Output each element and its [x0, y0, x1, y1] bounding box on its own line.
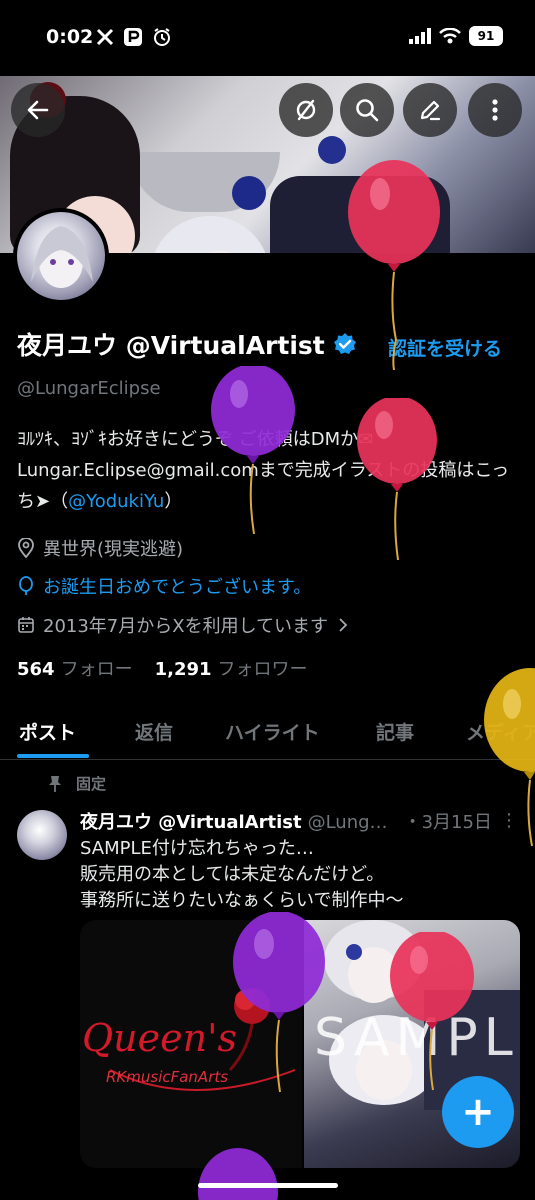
pinned-indicator: 固定: [48, 773, 106, 794]
edit-icon: [420, 100, 441, 121]
translate-off-icon: [296, 99, 316, 121]
media-brand-sub: RKmusicFanArts: [106, 1068, 229, 1086]
status-app-icons: [96, 27, 172, 47]
post-text-line: SAMPLE付け忘れちゃった…: [80, 838, 314, 859]
balloon-red: [390, 932, 474, 1091]
post-text-line: 販売用の本としては未定なんだけど。: [80, 864, 385, 885]
location-text: 異世界(現実逃避): [43, 539, 184, 560]
compose-post-button[interactable]: +: [442, 1076, 514, 1148]
rose-decoration: [232, 176, 266, 210]
status-bar: 0:02 91: [0, 0, 535, 76]
followers-link[interactable]: 1,291 フォロワー: [155, 655, 308, 681]
back-button[interactable]: [11, 83, 65, 137]
status-indicators: 91: [409, 26, 503, 46]
profile-handle: @LungarEclipse: [17, 378, 161, 399]
bio-close: ）: [164, 491, 183, 512]
tab-posts[interactable]: ポスト: [19, 718, 76, 745]
display-name-row: 夜月ユウ @VirtualArtist: [17, 326, 357, 362]
back-icon: [27, 100, 49, 120]
more-button[interactable]: [468, 83, 522, 137]
balloon-icon: [19, 576, 33, 595]
tab-replies[interactable]: 返信: [135, 718, 173, 745]
signal-icon: [409, 28, 431, 44]
display-name: 夜月ユウ @VirtualArtist: [17, 331, 325, 360]
balloon-purple: [233, 912, 325, 1093]
wifi-icon: [439, 28, 461, 44]
tab-articles[interactable]: 記事: [376, 718, 414, 745]
pinned-label: 固定: [76, 775, 107, 793]
calendar-icon: [18, 617, 34, 633]
search-icon: [356, 99, 379, 122]
followers-count: 1,291: [154, 659, 212, 680]
following-count: 564: [17, 659, 55, 680]
balloon-red: [348, 160, 440, 370]
rose-decoration: [318, 136, 346, 164]
following-link[interactable]: 564 フォロー: [17, 655, 133, 681]
joined-row[interactable]: 2013年7月からXを利用しています: [17, 612, 350, 638]
media-brand-script: Queen's: [82, 1016, 238, 1060]
status-time: 0:02: [46, 26, 94, 48]
edit-button[interactable]: [403, 83, 457, 137]
profile-tabs: ポスト 返信 ハイライト 記事 メディア: [0, 712, 535, 760]
balloon-purple: [211, 366, 295, 535]
balloon-yellow: [484, 668, 535, 847]
chevron-right-icon: [339, 618, 348, 632]
home-indicator[interactable]: [198, 1183, 338, 1188]
translate-toggle-button[interactable]: [279, 83, 333, 137]
p-icon: [124, 28, 142, 46]
avatar-art: [31, 226, 93, 288]
birthday-text[interactable]: お誕生日おめでとうございます。: [43, 573, 311, 599]
post-author-name[interactable]: 夜月ユウ @VirtualArtist: [80, 808, 302, 834]
tab-highlights[interactable]: ハイライト: [225, 718, 320, 745]
profile-avatar[interactable]: [13, 208, 109, 304]
balloon-red: [357, 398, 437, 561]
post-text-line: 事務所に送りたいなぁくらいで制作中〜: [80, 890, 404, 911]
birthday-row: お誕生日おめでとうございます。: [17, 573, 311, 599]
post-date: ・3月15日: [403, 812, 492, 833]
battery-indicator: 91: [469, 26, 503, 46]
joined-text: 2013年7月からXを利用しています: [43, 616, 329, 637]
following-label: フォロー: [60, 659, 133, 680]
post-author-avatar[interactable]: [17, 810, 67, 860]
more-icon: [492, 99, 498, 121]
balloon-purple: [198, 1148, 278, 1200]
banner-art-shape: [150, 216, 270, 253]
location-pin-icon: [18, 538, 34, 558]
post-author-handle: @LungarEclipse: [307, 812, 396, 833]
active-tab-indicator: [17, 754, 89, 758]
pin-icon: [49, 775, 61, 792]
post-header: 夜月ユウ @VirtualArtist @LungarEclipse ・3月15…: [80, 808, 520, 834]
followers-label: フォロワー: [217, 659, 308, 680]
search-button[interactable]: [340, 83, 394, 137]
follow-stats: 564 フォロー 1,291 フォロワー: [17, 655, 308, 681]
bio-mention-link[interactable]: @YodukiYu: [68, 491, 164, 512]
post-text: SAMPLE付け忘れちゃった… 販売用の本としては未定なんだけど。 事務所に送り…: [80, 836, 520, 914]
alarm-icon: [154, 28, 170, 46]
location-row: 異世界(現実逃避): [17, 535, 183, 561]
x-icon: [96, 28, 114, 46]
